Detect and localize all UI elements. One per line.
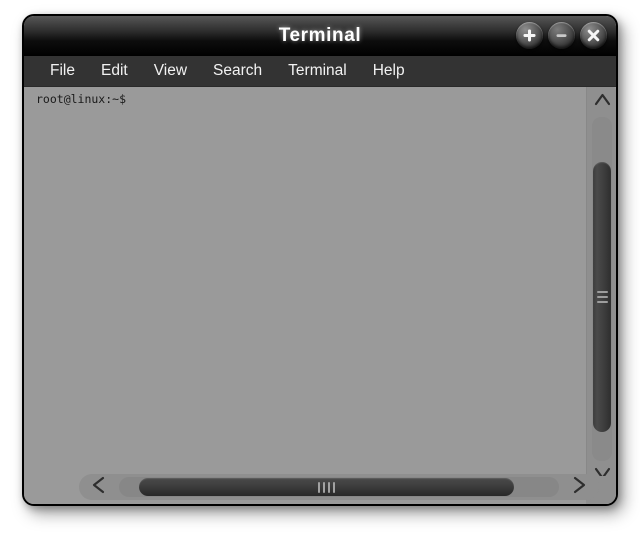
- scroll-up-button[interactable]: [590, 89, 614, 115]
- grip-line: [596, 291, 608, 293]
- chevron-right-icon: [572, 476, 586, 499]
- vertical-scrollbar[interactable]: [586, 87, 616, 491]
- menu-item-view[interactable]: View: [141, 59, 200, 84]
- grip-line: [596, 301, 608, 303]
- horizontal-scrollbar[interactable]: [79, 474, 599, 500]
- horizontal-scroll-thumb[interactable]: [139, 478, 514, 496]
- chevron-up-icon: [594, 93, 611, 111]
- window-controls: [516, 22, 607, 49]
- menu-item-file[interactable]: File: [37, 59, 88, 84]
- terminal-prompt-line: root@linux:~$: [36, 92, 127, 106]
- grip-line: [318, 481, 320, 493]
- minimize-button[interactable]: [548, 22, 575, 49]
- menubar: File Edit View Search Terminal Help: [24, 56, 616, 87]
- menu-item-terminal[interactable]: Terminal: [275, 59, 360, 84]
- screen-root: Terminal File Edit View Search Terminal …: [0, 0, 640, 533]
- scroll-right-button[interactable]: [562, 475, 596, 499]
- vertical-scroll-track[interactable]: [592, 117, 612, 461]
- chevron-left-icon: [92, 476, 106, 499]
- plus-icon: [522, 28, 537, 43]
- grip-line: [333, 481, 335, 493]
- menu-item-edit[interactable]: Edit: [88, 59, 141, 84]
- minus-icon: [554, 28, 569, 43]
- grip-line: [328, 481, 330, 493]
- grip-line: [596, 296, 608, 298]
- window-titlebar[interactable]: Terminal: [24, 16, 616, 56]
- scroll-left-button[interactable]: [82, 475, 116, 499]
- window-body: root@linux:~$: [24, 87, 616, 504]
- close-button[interactable]: [580, 22, 607, 49]
- menu-item-search[interactable]: Search: [200, 59, 275, 84]
- terminal-output-area[interactable]: root@linux:~$: [24, 87, 607, 472]
- vertical-scroll-thumb[interactable]: [593, 162, 611, 432]
- maximize-button[interactable]: [516, 22, 543, 49]
- terminal-window: Terminal File Edit View Search Terminal …: [22, 14, 618, 506]
- close-icon: [586, 28, 601, 43]
- horizontal-scroll-track[interactable]: [119, 477, 559, 497]
- menu-item-help[interactable]: Help: [360, 59, 418, 84]
- grip-line: [323, 481, 325, 493]
